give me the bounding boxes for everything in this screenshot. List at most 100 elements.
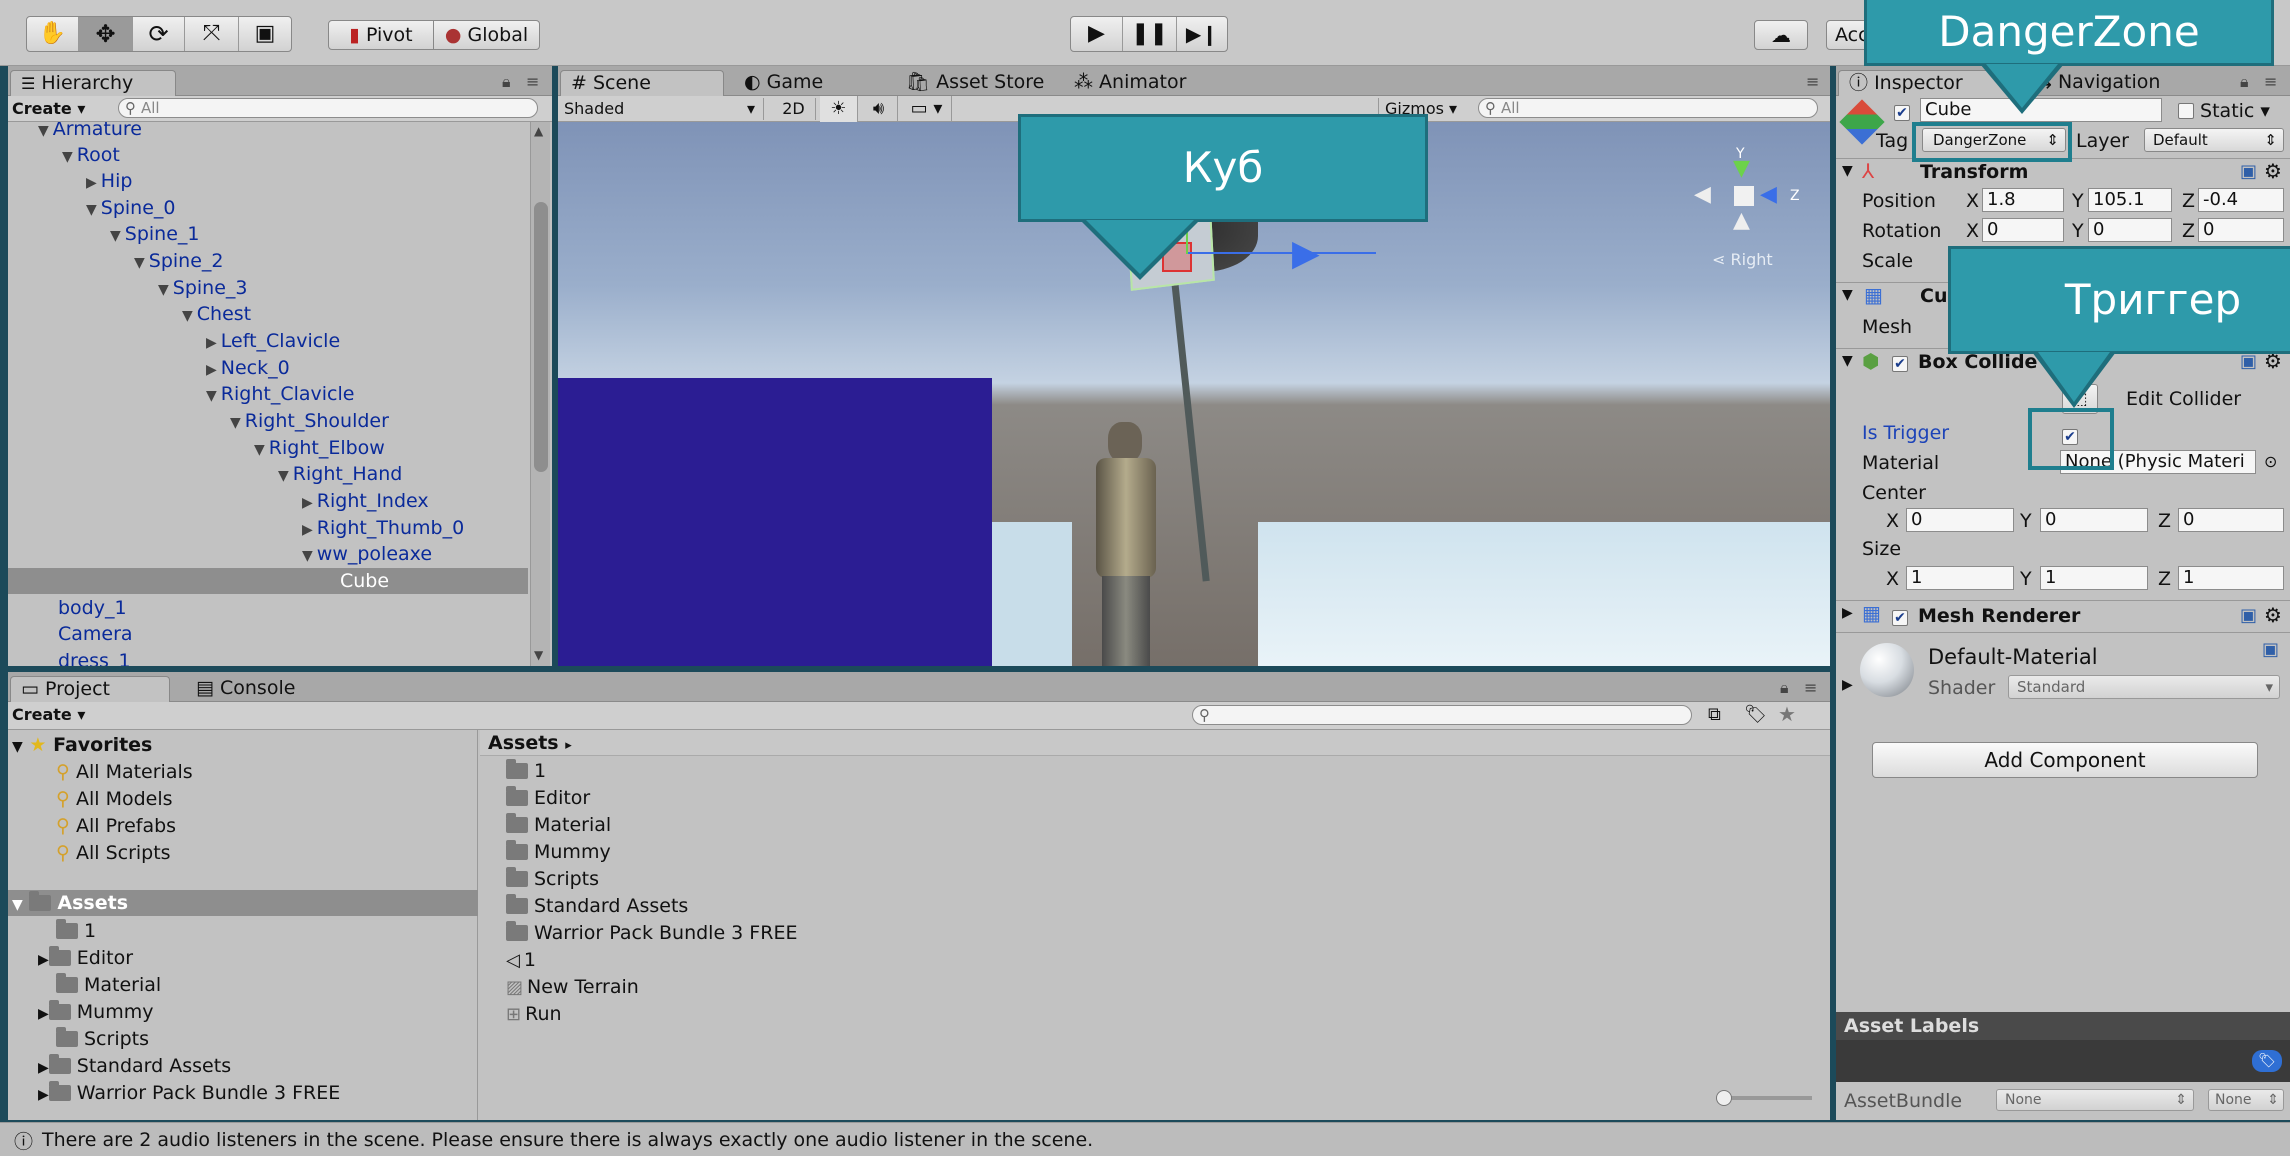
help-icon[interactable]: ▣ <box>2240 351 2257 372</box>
foldout-arrow-icon[interactable]: ▶ <box>1842 677 1853 693</box>
add-component-button[interactable]: Add Component <box>1872 742 2258 778</box>
expand-arrow-icon[interactable]: ▼ <box>110 228 121 244</box>
step-icon[interactable]: ▶❙ <box>1177 17 1227 51</box>
hand-tool-icon[interactable]: ✋ <box>27 17 79 51</box>
project-search-input[interactable]: ⚲ <box>1192 705 1692 725</box>
help-icon[interactable]: ▣ <box>2240 605 2257 626</box>
favorite-item[interactable]: ⚲ All Prefabs <box>56 813 176 839</box>
collapse-arrow-icon[interactable]: ▶ <box>38 952 49 968</box>
panel-menu-icon[interactable]: ≡ <box>1806 72 1819 91</box>
tab-game[interactable]: ◐ Game <box>734 70 837 96</box>
filter-by-label-icon[interactable]: 🏷︎ <box>1744 704 1767 725</box>
expand-arrow-icon[interactable]: ▼ <box>134 255 145 271</box>
tree-item-right-shoulder[interactable]: ▼ Right_Shoulder <box>230 408 389 434</box>
settings-gear-icon[interactable]: ⚙ <box>2264 603 2282 627</box>
tab-animator[interactable]: ⁂ Animator <box>1064 70 1200 96</box>
foldout-arrow-icon[interactable]: ▼ <box>1842 353 1853 369</box>
panel-menu-icon[interactable]: ≡ <box>2264 72 2277 91</box>
tree-folder[interactable]: Material <box>56 972 161 998</box>
tab-project[interactable]: ▭ Project <box>10 676 170 702</box>
tree-item-spine-2[interactable]: ▼ Spine_2 <box>134 248 224 274</box>
hierarchy-search-input[interactable]: ⚲ All <box>118 98 538 118</box>
zoom-slider-thumb[interactable] <box>1716 1090 1732 1106</box>
tree-item-right-index[interactable]: ▶ Right_Index <box>302 488 429 514</box>
transform-header[interactable]: ▼ ⅄ Transform ▣ ⚙ <box>1836 158 2290 186</box>
warrior-character[interactable] <box>1068 412 1188 666</box>
tab-scene[interactable]: # Scene <box>560 70 724 96</box>
asset-item[interactable]: ⊞ Run <box>506 1001 562 1028</box>
tree-folder[interactable]: ▶ Standard Assets <box>38 1053 231 1081</box>
mesh-renderer-header[interactable]: ▶ ▦ ✔ Mesh Renderer ▣ ⚙ <box>1836 600 2290 630</box>
asset-item[interactable]: Warrior Pack Bundle 3 FREE <box>506 920 797 946</box>
create-dropdown[interactable]: Create ▾ <box>12 98 85 120</box>
filter-by-type-icon[interactable]: ⧉ <box>1708 704 1721 725</box>
assets-header[interactable]: ▼ Assets <box>12 890 128 918</box>
collapse-arrow-icon[interactable]: ▶ <box>38 1060 49 1076</box>
tree-item-camera[interactable]: Camera <box>58 621 133 647</box>
tree-item-neck-0[interactable]: ▶ Neck_0 <box>206 355 290 381</box>
tab-console[interactable]: ▤ Console <box>186 676 309 702</box>
audio-icon[interactable]: 🔊︎ <box>860 96 898 122</box>
position-z-field[interactable]: -0.4 <box>2198 188 2284 212</box>
collapse-arrow-icon[interactable]: ▶ <box>206 362 217 378</box>
create-dropdown[interactable]: Create ▾ <box>12 704 85 726</box>
tree-item-chest[interactable]: ▼ Chest <box>182 301 251 327</box>
move-tool-icon[interactable]: ✥ <box>79 17 133 51</box>
lock-icon[interactable]: 🔒︎ <box>1780 678 1789 698</box>
rotation-x-field[interactable]: 0 <box>1982 218 2064 242</box>
play-icon[interactable]: ▶ <box>1071 17 1123 51</box>
tree-item-left-clavicle[interactable]: ▶ Left_Clavicle <box>206 328 340 354</box>
expand-arrow-icon[interactable]: ▼ <box>278 468 289 484</box>
favorites-header[interactable]: ▼ ★ Favorites <box>12 732 152 760</box>
shader-dropdown[interactable]: Standard ▾ <box>2008 675 2280 699</box>
foldout-arrow-icon[interactable]: ▶ <box>1842 605 1853 621</box>
tab-hierarchy[interactable]: ☰ Hierarchy <box>10 70 176 96</box>
size-x-field[interactable]: 1 <box>1906 566 2014 590</box>
tree-item-ww-poleaxe[interactable]: ▼ ww_poleaxe <box>302 541 432 567</box>
expand-arrow-icon[interactable]: ▼ <box>62 149 73 165</box>
lock-icon[interactable]: 🔒︎ <box>2240 72 2249 92</box>
tree-item-right-clavicle[interactable]: ▼ Right_Clavicle <box>206 381 354 407</box>
global-button[interactable]: ● Global <box>434 20 540 50</box>
help-icon[interactable]: ▣ <box>2240 161 2257 182</box>
lighting-icon[interactable]: ☀ <box>820 96 858 122</box>
asset-bundle-variant-dropdown[interactable]: None ⇕ <box>2208 1089 2284 1111</box>
expand-arrow-icon[interactable]: ▼ <box>230 415 241 431</box>
status-message[interactable]: There are 2 audio listeners in the scene… <box>42 1129 1093 1151</box>
tree-item-hip[interactable]: ▶ Hip <box>86 168 132 194</box>
scroll-down-icon[interactable]: ▼ <box>534 648 543 662</box>
tree-folder[interactable]: ▶ Warrior Pack Bundle 3 FREE <box>38 1080 340 1108</box>
collapse-arrow-icon[interactable]: ▶ <box>38 1087 49 1103</box>
size-y-field[interactable]: 1 <box>2040 566 2148 590</box>
size-z-field[interactable]: 1 <box>2178 566 2284 590</box>
object-picker-icon[interactable]: ⊙ <box>2264 452 2277 471</box>
rotation-z-field[interactable]: 0 <box>2198 218 2284 242</box>
center-y-field[interactable]: 0 <box>2040 508 2148 532</box>
foldout-arrow-icon[interactable]: ▼ <box>1842 287 1853 303</box>
expand-arrow-icon[interactable]: ▼ <box>206 388 217 404</box>
tree-item-body-1[interactable]: body_1 <box>58 595 127 621</box>
asset-bundle-dropdown[interactable]: None ⇕ <box>1996 1089 2194 1111</box>
scrollbar-thumb[interactable] <box>534 202 548 472</box>
tree-item-spine-1[interactable]: ▼ Spine_1 <box>110 221 200 247</box>
pivot-button[interactable]: ▮ Pivot <box>328 20 434 50</box>
pause-icon[interactable]: ❚❚ <box>1123 17 1177 51</box>
expand-arrow-icon[interactable]: ▼ <box>158 282 169 298</box>
tree-item-root[interactable]: ▼ Root <box>62 142 120 168</box>
asset-item[interactable]: ◁ 1 <box>506 947 536 974</box>
lock-icon[interactable]: 🔒︎ <box>502 72 511 92</box>
active-checkbox[interactable]: ✔ <box>1894 100 1910 121</box>
tree-item-spine-0[interactable]: ▼ Spine_0 <box>86 195 176 221</box>
center-z-field[interactable]: 0 <box>2178 508 2284 532</box>
asset-item[interactable]: Material <box>506 812 611 838</box>
collapse-arrow-icon[interactable]: ▶ <box>206 335 217 351</box>
layer-dropdown[interactable]: Default ⇕ <box>2144 128 2284 152</box>
tag-icon[interactable]: 🏷︎ <box>2252 1050 2282 1072</box>
mesh-renderer-enabled-checkbox[interactable]: ✔ <box>1892 605 1908 626</box>
zoom-slider-track[interactable] <box>1722 1096 1812 1100</box>
tree-folder[interactable]: ▶ Editor <box>38 945 133 973</box>
asset-item[interactable]: Mummy <box>506 839 611 865</box>
rotation-y-field[interactable]: 0 <box>2088 218 2172 242</box>
tree-item-spine-3[interactable]: ▼ Spine_3 <box>158 275 248 301</box>
favorite-item[interactable]: ⚲ All Scripts <box>56 840 171 866</box>
